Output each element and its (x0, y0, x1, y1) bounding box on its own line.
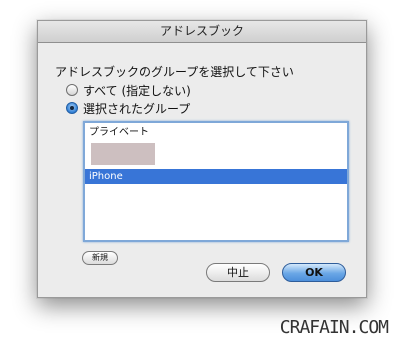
address-book-dialog: アドレスブック アドレスブックのグループを選択して下さい すべて (指定しない)… (37, 20, 367, 298)
radio-selected-group[interactable]: 選択されたグループ (66, 100, 190, 116)
cancel-button[interactable]: 中止 (206, 263, 270, 282)
list-item-iphone[interactable]: iPhone (85, 169, 347, 184)
group-list[interactable]: プライベート iPhone (83, 121, 349, 242)
dialog-title: アドレスブック (38, 21, 366, 43)
dialog-prompt: アドレスブックのグループを選択して下さい (55, 65, 294, 79)
new-group-button[interactable]: 新規 (82, 251, 118, 265)
ok-button[interactable]: OK (282, 263, 346, 282)
radio-selected-group-indicator[interactable] (66, 102, 78, 114)
list-item-private[interactable]: プライベート (85, 125, 347, 140)
watermark-logo: CRAFAIN.COM (279, 317, 389, 338)
radio-all[interactable]: すべて (指定しない) (66, 82, 191, 98)
redacted-item (91, 143, 155, 165)
radio-selected-group-label: 選択されたグループ (83, 101, 191, 116)
radio-all-indicator[interactable] (66, 84, 78, 96)
radio-all-label: すべて (指定しない) (83, 83, 191, 98)
